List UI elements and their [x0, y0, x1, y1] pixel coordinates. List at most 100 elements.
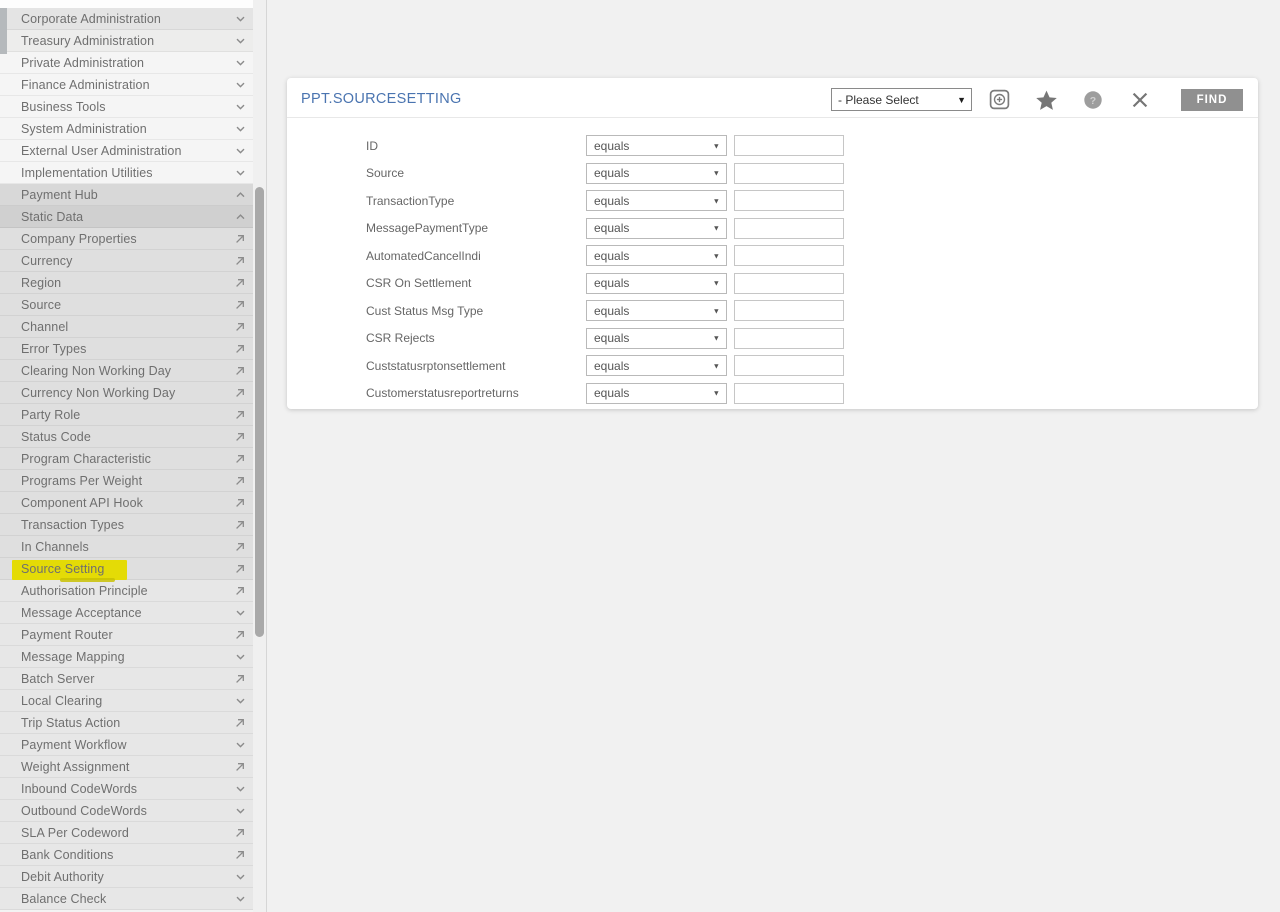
field-value-input[interactable]: [734, 355, 844, 376]
operator-select-wrap: equals ▼: [586, 273, 727, 294]
sidebar-item-inbound-codewords[interactable]: Inbound CodeWords: [0, 778, 253, 800]
sidebar-item-external-user-administration[interactable]: External User Administration: [0, 140, 253, 162]
sidebar-item-label: Payment Hub: [21, 188, 98, 202]
sidebar-item-region[interactable]: Region: [0, 272, 253, 294]
operator-select[interactable]: equals: [586, 245, 727, 266]
sidebar-item-system-administration[interactable]: System Administration: [0, 118, 253, 140]
sidebar-item-label: Programs Per Weight: [21, 474, 142, 488]
operator-select-wrap: equals ▼: [586, 163, 727, 184]
sidebar-item-label: Local Clearing: [21, 694, 102, 708]
sidebar-item-company-properties[interactable]: Company Properties: [0, 228, 253, 250]
sidebar-item-treasury-administration[interactable]: Treasury Administration: [0, 30, 253, 52]
sidebar-item-status-code[interactable]: Status Code: [0, 426, 253, 448]
sidebar-scrollbar-thumb[interactable]: [255, 187, 264, 637]
operator-select[interactable]: equals: [586, 328, 727, 349]
sidebar-item-clearing-non-working-day[interactable]: Clearing Non Working Day: [0, 360, 253, 382]
operator-select[interactable]: equals: [586, 383, 727, 404]
sidebar-top-spacer: [0, 0, 253, 8]
sidebar-item-component-api-hook[interactable]: Component API Hook: [0, 492, 253, 514]
sidebar-item-currency-non-working-day[interactable]: Currency Non Working Day: [0, 382, 253, 404]
add-button[interactable]: [988, 89, 1010, 111]
sidebar-item-balance-check[interactable]: Balance Check: [0, 888, 253, 910]
sidebar-item-transaction-types[interactable]: Transaction Types: [0, 514, 253, 536]
sidebar-item-static-data[interactable]: Static Data: [0, 206, 253, 228]
sidebar-item-payment-hub[interactable]: Payment Hub: [0, 184, 253, 206]
sidebar-item-weight-assignment[interactable]: Weight Assignment: [0, 756, 253, 778]
sidebar-item-authorisation-principle[interactable]: Authorisation Principle: [0, 580, 253, 602]
close-button[interactable]: [1129, 89, 1151, 111]
field-value-input[interactable]: [734, 273, 844, 294]
sidebar-item-payment-workflow[interactable]: Payment Workflow: [0, 734, 253, 756]
open-arrow-icon: [234, 585, 246, 597]
operator-select-wrap: equals ▼: [586, 245, 727, 266]
sidebar-item-party-role[interactable]: Party Role: [0, 404, 253, 426]
sidebar-item-message-mapping[interactable]: Message Mapping: [0, 646, 253, 668]
sidebar-item-list: Corporate Administration Treasury Admini…: [0, 8, 253, 910]
sidebar-item-label: Status Code: [21, 430, 91, 444]
field-value-input[interactable]: [734, 328, 844, 349]
sidebar-item-local-clearing[interactable]: Local Clearing: [0, 690, 253, 712]
sidebar-item-label: Currency: [21, 254, 73, 268]
operator-select[interactable]: equals: [586, 355, 727, 376]
sidebar-item-channel[interactable]: Channel: [0, 316, 253, 338]
open-arrow-icon: [234, 519, 246, 531]
sidebar-item-label: Region: [21, 276, 61, 290]
sidebar-item-source-setting[interactable]: Source Setting: [0, 558, 253, 580]
sidebar-item-label: Inbound CodeWords: [21, 782, 137, 796]
sidebar-item-in-channels[interactable]: In Channels: [0, 536, 253, 558]
sidebar-item-corporate-administration[interactable]: Corporate Administration: [0, 8, 253, 30]
sidebar-item-bank-conditions[interactable]: Bank Conditions: [0, 844, 253, 866]
sidebar-item-programs-per-weight[interactable]: Programs Per Weight: [0, 470, 253, 492]
favorite-button[interactable]: [1035, 89, 1057, 111]
sidebar-item-label: Clearing Non Working Day: [21, 364, 171, 378]
sidebar-item-label: In Channels: [21, 540, 89, 554]
operator-select[interactable]: equals: [586, 273, 727, 294]
chevron-down-icon: [235, 57, 246, 68]
sidebar-item-currency[interactable]: Currency: [0, 250, 253, 272]
search-panel: PPT.SOURCESETTING - Please Select ▼ ?: [287, 78, 1258, 409]
add-icon: [989, 89, 1010, 110]
field-value-input[interactable]: [734, 135, 844, 156]
field-value-input[interactable]: [734, 163, 844, 184]
sidebar-item-program-characteristic[interactable]: Program Characteristic: [0, 448, 253, 470]
search-field-row-cust-status-msg-type: Cust Status Msg Type equals ▼: [287, 300, 1258, 321]
sidebar-item-label: External User Administration: [21, 144, 182, 158]
operator-select[interactable]: equals: [586, 135, 727, 156]
sidebar-item-business-tools[interactable]: Business Tools: [0, 96, 253, 118]
open-arrow-icon: [234, 673, 246, 685]
operator-select[interactable]: equals: [586, 218, 727, 239]
search-field-row-customerstatusreportreturns: Customerstatusreportreturns equals ▼: [287, 383, 1258, 404]
field-value-input[interactable]: [734, 300, 844, 321]
field-value-input[interactable]: [734, 383, 844, 404]
field-value-input[interactable]: [734, 245, 844, 266]
sidebar-item-label: Component API Hook: [21, 496, 143, 510]
field-value-input[interactable]: [734, 190, 844, 211]
sidebar-item-trip-status-action[interactable]: Trip Status Action: [0, 712, 253, 734]
operator-select[interactable]: equals: [586, 190, 727, 211]
operator-select[interactable]: equals: [586, 163, 727, 184]
sidebar-item-error-types[interactable]: Error Types: [0, 338, 253, 360]
preset-select[interactable]: - Please Select: [831, 88, 972, 111]
sidebar-item-payment-router[interactable]: Payment Router: [0, 624, 253, 646]
panel-toolbar: - Please Select ▼ ? FIND: [831, 84, 1243, 111]
sidebar-item-finance-administration[interactable]: Finance Administration: [0, 74, 253, 96]
help-button[interactable]: ?: [1082, 89, 1104, 111]
sidebar-item-private-administration[interactable]: Private Administration: [0, 52, 253, 74]
sidebar-item-source[interactable]: Source: [0, 294, 253, 316]
sidebar-item-outbound-codewords[interactable]: Outbound CodeWords: [0, 800, 253, 822]
field-value-input[interactable]: [734, 218, 844, 239]
svg-text:?: ?: [1090, 94, 1096, 106]
operator-select[interactable]: equals: [586, 300, 727, 321]
sidebar-item-message-acceptance[interactable]: Message Acceptance: [0, 602, 253, 624]
sidebar-item-label: Message Acceptance: [21, 606, 142, 620]
find-button[interactable]: FIND: [1181, 89, 1243, 111]
sidebar-item-label: SLA Per Codeword: [21, 826, 129, 840]
sidebar-item-label: Bank Conditions: [21, 848, 114, 862]
sidebar-item-batch-server[interactable]: Batch Server: [0, 668, 253, 690]
sidebar-item-implementation-utilities[interactable]: Implementation Utilities: [0, 162, 253, 184]
sidebar-item-label: Message Mapping: [21, 650, 125, 664]
chevron-down-icon: [235, 893, 246, 904]
sidebar-item-label: Payment Workflow: [21, 738, 127, 752]
sidebar-item-sla-per-codeword[interactable]: SLA Per Codeword: [0, 822, 253, 844]
sidebar-item-debit-authority[interactable]: Debit Authority: [0, 866, 253, 888]
